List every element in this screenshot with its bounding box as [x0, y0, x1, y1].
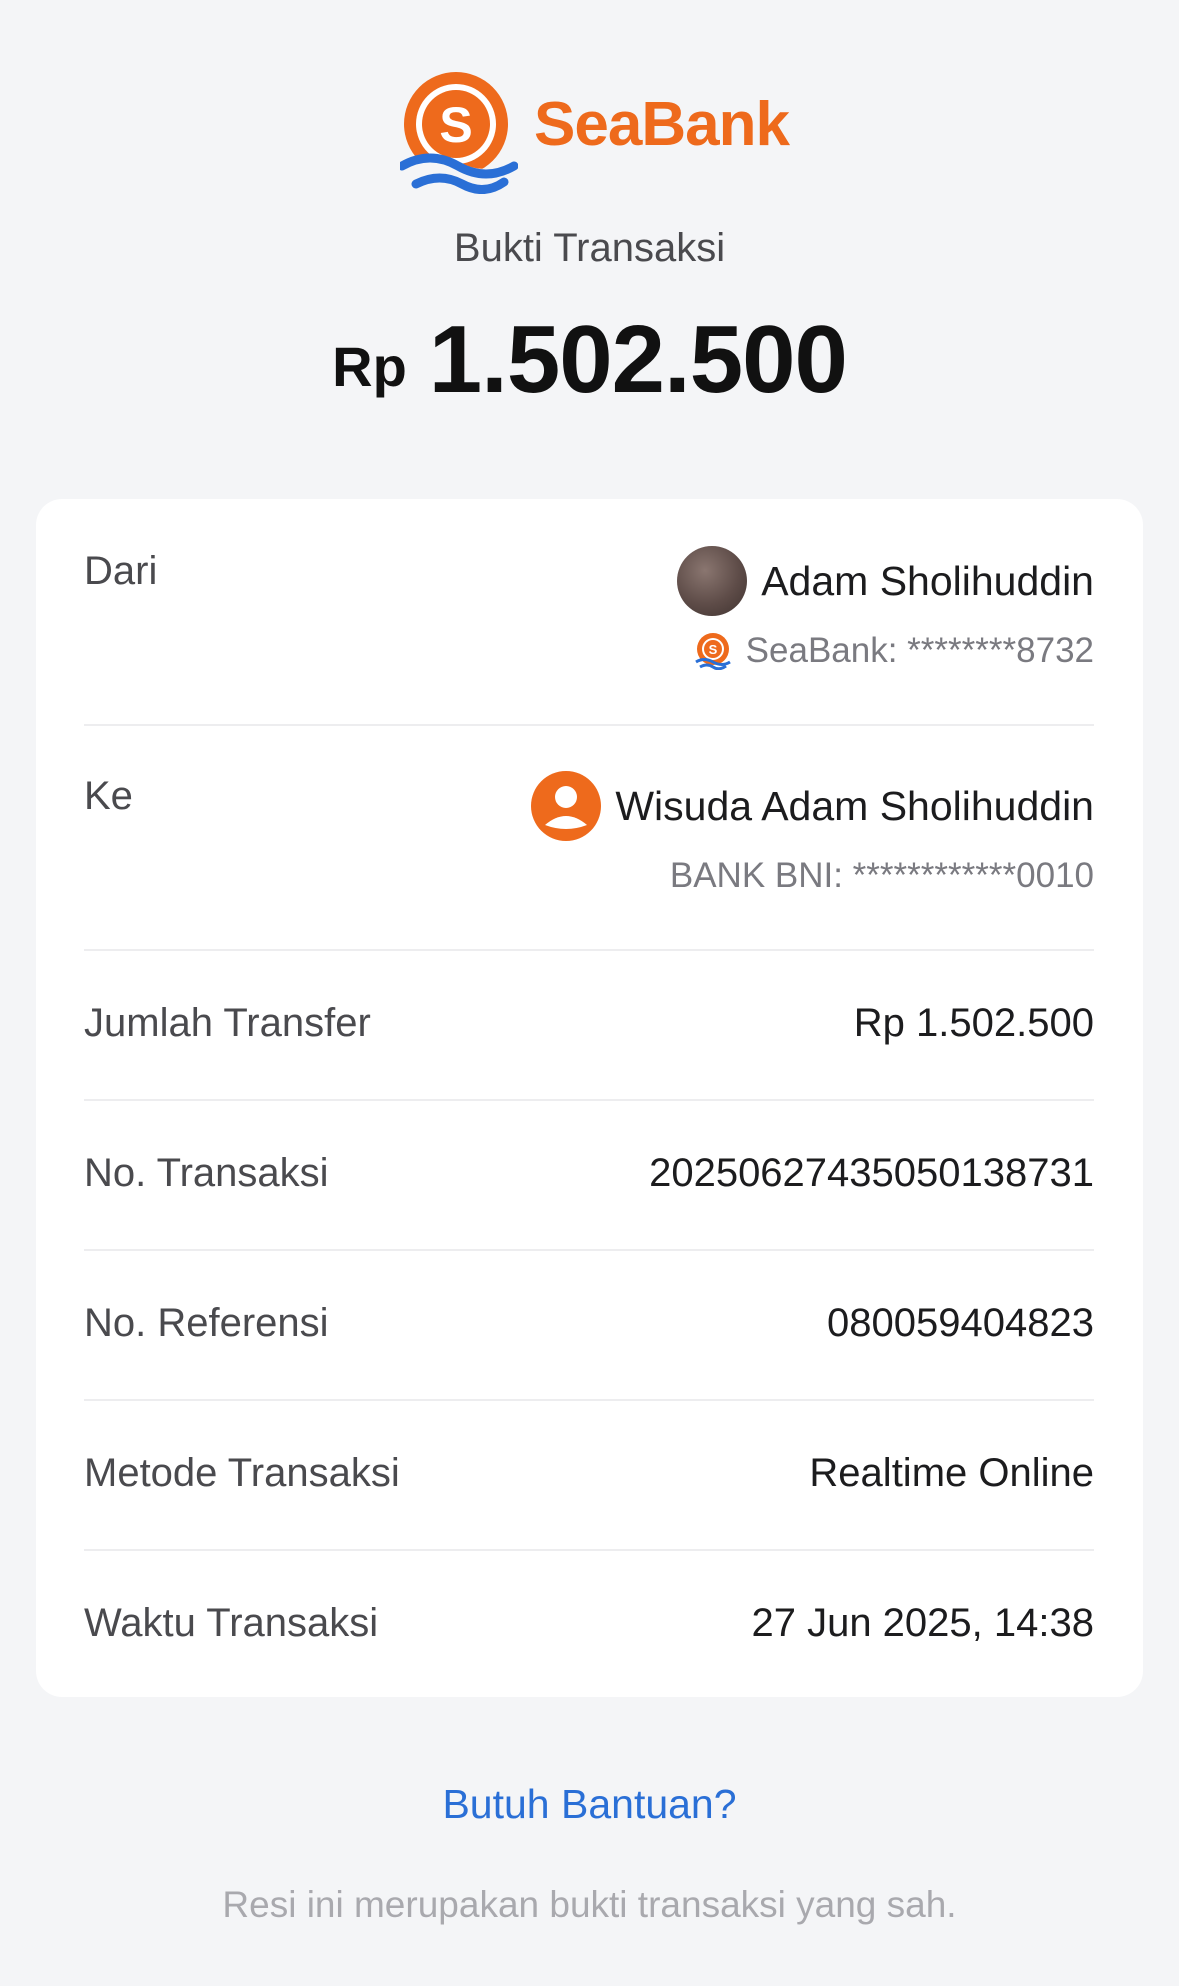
detail-value: 27 Jun 2025, 14:38 — [751, 1601, 1094, 1645]
profile-photo-avatar — [677, 546, 748, 616]
detail-value: Rp 1.502.500 — [853, 1001, 1094, 1045]
detail-value: Realtime Online — [809, 1451, 1094, 1495]
from-label: Dari — [84, 549, 158, 593]
seabank-logo-icon: S — [400, 72, 518, 194]
help-link[interactable]: Butuh Bantuan? — [0, 1781, 1179, 1828]
from-party: Adam Sholihuddin — [677, 546, 1094, 616]
from-bank-account: SeaBank: ********8732 — [745, 631, 1094, 670]
detail-label: Waktu Transaksi — [84, 1601, 379, 1645]
to-bank-account: BANK BNI: ************0010 — [669, 856, 1094, 895]
detail-row-reference-number: No. Referensi 080059404823 — [84, 1249, 1094, 1401]
brand-name: SeaBank — [534, 90, 790, 159]
detail-label: Metode Transaksi — [84, 1451, 400, 1495]
to-row: Ke Wisuda Adam Sholihuddin BANK BNI: ***… — [84, 724, 1094, 951]
seabank-mini-icon: S — [694, 633, 731, 670]
from-row: Dari Adam Sholihuddin S SeaBank: *******… — [84, 499, 1094, 726]
to-name: Wisuda Adam Sholihuddin — [615, 782, 1094, 829]
receipt-title: Bukti Transaksi — [453, 226, 726, 270]
detail-label: Jumlah Transfer — [84, 1001, 371, 1045]
detail-row-transaction-number: No. Transaksi 20250627435050138731 — [84, 1099, 1094, 1251]
to-label: Ke — [84, 774, 133, 818]
detail-label: No. Transaksi — [84, 1151, 329, 1195]
detail-row-amount: Jumlah Transfer Rp 1.502.500 — [84, 949, 1094, 1101]
logo-letter: S — [439, 97, 472, 153]
detail-row-method: Metode Transaksi Realtime Online — [84, 1399, 1094, 1551]
receipt-header: S SeaBank Bukti Transaksi Rp 1.502.500 — [0, 0, 1179, 440]
detail-value: 20250627435050138731 — [649, 1151, 1094, 1195]
detail-value: 080059404823 — [827, 1301, 1094, 1345]
detail-row-time: Waktu Transaksi 27 Jun 2025, 14:38 — [84, 1549, 1094, 1697]
footer-note: Resi ini merupakan bukti transaksi yang … — [222, 1884, 957, 1925]
amount-currency: Rp — [332, 335, 407, 398]
total-amount: Rp 1.502.500 — [0, 305, 1179, 415]
detail-label: No. Referensi — [84, 1301, 329, 1345]
svg-text:S: S — [708, 642, 717, 657]
from-name: Adam Sholihuddin — [761, 557, 1094, 604]
transaction-details-card: Dari Adam Sholihuddin S SeaBank: *******… — [36, 499, 1143, 1697]
to-party: Wisuda Adam Sholihuddin — [531, 771, 1094, 841]
from-account: S SeaBank: ********8732 — [694, 631, 1094, 671]
amount-value: 1.502.500 — [428, 306, 848, 413]
user-icon — [531, 771, 602, 841]
seabank-logo: S SeaBank — [400, 70, 790, 194]
to-account: BANK BNI: ************0010 — [670, 856, 1094, 896]
